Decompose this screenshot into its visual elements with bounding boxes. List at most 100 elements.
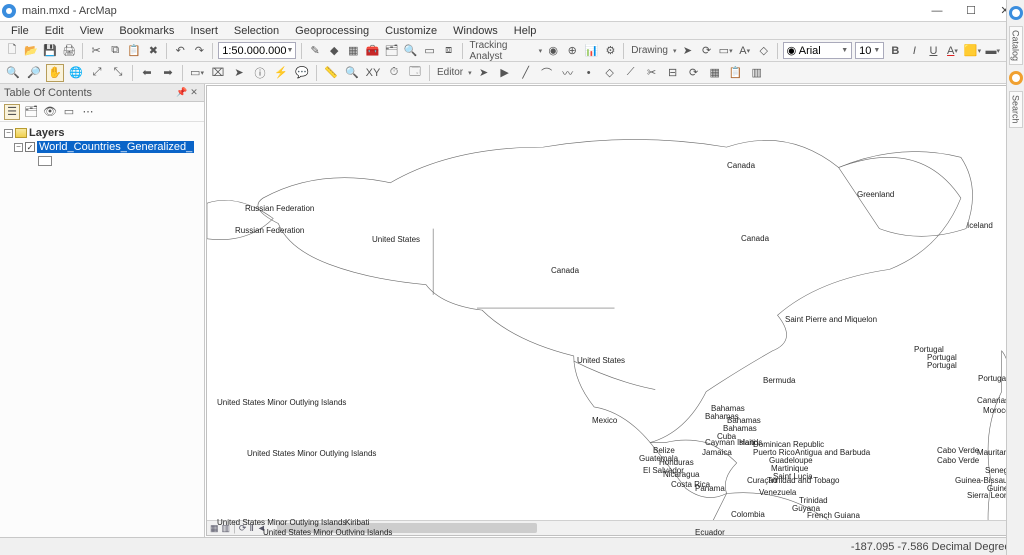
scroll-left-button[interactable]: ◄ bbox=[257, 523, 266, 534]
menu-bookmarks[interactable]: Bookmarks bbox=[112, 24, 181, 38]
toolbox-icon[interactable]: 🧰 bbox=[364, 42, 380, 60]
zoom-out-icon[interactable]: 🔎 bbox=[25, 64, 43, 82]
refresh-view-button[interactable]: ⟳ bbox=[239, 523, 247, 534]
fixed-zoom-in-icon[interactable]: ⤢ bbox=[88, 64, 106, 82]
drawing-label[interactable]: Drawing bbox=[629, 45, 670, 56]
edit-vertices2-icon[interactable]: ◇ bbox=[601, 64, 619, 82]
hyperlink-icon[interactable]: ⚡ bbox=[272, 64, 290, 82]
python-icon[interactable]: ▭ bbox=[422, 42, 438, 60]
search-tab[interactable]: Search bbox=[1009, 91, 1023, 128]
window-minimize-button[interactable]: — bbox=[920, 1, 954, 21]
full-extent-icon[interactable]: 🌐 bbox=[67, 64, 85, 82]
viewer-icon[interactable]: 🗔 bbox=[406, 64, 424, 82]
catalog-tab[interactable]: Catalog bbox=[1009, 26, 1023, 65]
tracking-chart-icon[interactable]: 📊 bbox=[583, 42, 599, 60]
line-color-icon[interactable]: ▬▾ bbox=[985, 42, 1002, 60]
underline-icon[interactable]: U bbox=[925, 42, 941, 60]
select-elements-icon[interactable]: ➤ bbox=[679, 42, 695, 60]
menu-help[interactable]: Help bbox=[507, 24, 544, 38]
cut-icon[interactable]: ✂ bbox=[88, 42, 104, 60]
html-popup-icon[interactable]: 💬 bbox=[293, 64, 311, 82]
print-icon[interactable]: 🖨 bbox=[61, 42, 77, 60]
text-tool-icon[interactable]: A▾ bbox=[737, 42, 753, 60]
list-by-source-icon[interactable]: 🗂 bbox=[23, 104, 39, 120]
attributes-icon[interactable]: ▦ bbox=[706, 64, 724, 82]
tracking-step-icon[interactable]: ⊕ bbox=[564, 42, 580, 60]
menu-insert[interactable]: Insert bbox=[183, 24, 225, 38]
save-icon[interactable]: 💾 bbox=[42, 42, 58, 60]
expand-icon[interactable]: − bbox=[4, 129, 13, 138]
pan-icon[interactable]: ✋ bbox=[46, 64, 64, 82]
tracking-analyst-label[interactable]: Tracking Analyst bbox=[468, 40, 536, 62]
modelbuilder-icon[interactable]: ⧈ bbox=[441, 42, 457, 60]
expand-icon[interactable]: − bbox=[14, 143, 23, 152]
editor-label[interactable]: Editor bbox=[435, 67, 465, 78]
paste-icon[interactable]: 📋 bbox=[126, 42, 142, 60]
menu-geoprocessing[interactable]: Geoprocessing bbox=[288, 24, 376, 38]
edit-annotation-icon[interactable]: ▶ bbox=[496, 64, 514, 82]
redo-icon[interactable]: ↷ bbox=[191, 42, 207, 60]
map-scale-input[interactable]: 1:50.000.000▼ bbox=[218, 42, 296, 59]
menu-selection[interactable]: Selection bbox=[227, 24, 286, 38]
find-icon[interactable]: 🔍 bbox=[343, 64, 361, 82]
copy-icon[interactable]: ⧉ bbox=[107, 42, 123, 60]
map-view[interactable]: ▦ ▥ | ⟳ Ⅱ ◄ Russian FederationRussian Fe… bbox=[206, 85, 1023, 536]
catalog-icon[interactable]: 🗂 bbox=[383, 42, 399, 60]
arc-segment-icon[interactable]: ⌒ bbox=[538, 64, 556, 82]
horizontal-scrollbar[interactable] bbox=[267, 520, 1007, 535]
list-by-drawing-order-icon[interactable]: ☰ bbox=[4, 104, 20, 120]
menu-windows[interactable]: Windows bbox=[446, 24, 505, 38]
pause-drawing-button[interactable]: Ⅱ bbox=[249, 523, 253, 534]
back-extent-icon[interactable]: ⬅ bbox=[138, 64, 156, 82]
rotate-tool-icon[interactable]: ⟳ bbox=[685, 64, 703, 82]
fill-color-icon[interactable]: 🟨▾ bbox=[964, 42, 982, 60]
scrollbar-thumb[interactable] bbox=[277, 523, 537, 533]
cut-polygons-icon[interactable]: ✂ bbox=[643, 64, 661, 82]
open-icon[interactable]: 📂 bbox=[23, 42, 39, 60]
split-icon[interactable]: ⊟ bbox=[664, 64, 682, 82]
layer-name-selected[interactable]: World_Countries_Generalized_ bbox=[37, 141, 194, 153]
rotate-icon[interactable]: ⟳ bbox=[699, 42, 715, 60]
window-maximize-button[interactable]: ☐ bbox=[954, 1, 988, 21]
forward-extent-icon[interactable]: ➡ bbox=[159, 64, 177, 82]
time-slider-icon[interactable]: ⏱ bbox=[385, 64, 403, 82]
menu-file[interactable]: File bbox=[4, 24, 36, 38]
editor-toolbar-icon[interactable]: ✎ bbox=[307, 42, 323, 60]
trace-icon[interactable]: 〰 bbox=[559, 64, 577, 82]
toc-options-icon[interactable]: ⋯ bbox=[80, 104, 96, 120]
sketch-properties-icon[interactable]: 📋 bbox=[727, 64, 745, 82]
menu-view[interactable]: View bbox=[73, 24, 111, 38]
layout-view-button[interactable]: ▥ bbox=[222, 523, 231, 534]
fixed-zoom-out-icon[interactable]: ⤡ bbox=[109, 64, 127, 82]
tracking-play-icon[interactable]: ◉ bbox=[545, 42, 561, 60]
search-tab-icon[interactable] bbox=[1009, 71, 1023, 85]
measure-icon[interactable]: 📏 bbox=[322, 64, 340, 82]
tree-root-layers[interactable]: − Layers bbox=[2, 126, 202, 140]
rectangle-icon[interactable]: ▭▾ bbox=[718, 42, 734, 60]
tree-symbol-row[interactable] bbox=[2, 154, 202, 168]
clear-selection-icon[interactable]: ⌧ bbox=[209, 64, 227, 82]
select-features-icon[interactable]: ▭▾ bbox=[188, 64, 206, 82]
new-doc-icon[interactable]: 🗋 bbox=[4, 42, 20, 60]
italic-icon[interactable]: I bbox=[906, 42, 922, 60]
table-icon[interactable]: ▦ bbox=[345, 42, 361, 60]
straight-segment-icon[interactable]: ╱ bbox=[517, 64, 535, 82]
font-selector[interactable]: ◉ Arial▼ bbox=[783, 42, 853, 59]
identify-icon[interactable]: ⓘ bbox=[251, 64, 269, 82]
search-toolbar-icon[interactable]: 🔍 bbox=[402, 42, 418, 60]
findxy-icon[interactable]: XY bbox=[364, 64, 382, 82]
add-data-icon[interactable]: ◆ bbox=[326, 42, 342, 60]
font-color-icon[interactable]: A▾ bbox=[944, 42, 960, 60]
edit-vertices-icon[interactable]: ◇ bbox=[756, 42, 772, 60]
zoom-in-icon[interactable]: 🔍 bbox=[4, 64, 22, 82]
point-icon[interactable]: • bbox=[580, 64, 598, 82]
edit-tool-icon[interactable]: ➤ bbox=[475, 64, 493, 82]
undo-icon[interactable]: ↶ bbox=[172, 42, 188, 60]
tree-layer-row[interactable]: − ✓ World_Countries_Generalized_ bbox=[2, 140, 202, 154]
list-by-visibility-icon[interactable]: 👁 bbox=[42, 104, 58, 120]
layer-symbol-swatch[interactable] bbox=[38, 156, 52, 166]
menu-customize[interactable]: Customize bbox=[378, 24, 444, 38]
font-size-selector[interactable]: 10▼ bbox=[855, 42, 884, 59]
data-view-button[interactable]: ▦ bbox=[210, 523, 219, 534]
delete-icon[interactable]: ✖ bbox=[145, 42, 161, 60]
